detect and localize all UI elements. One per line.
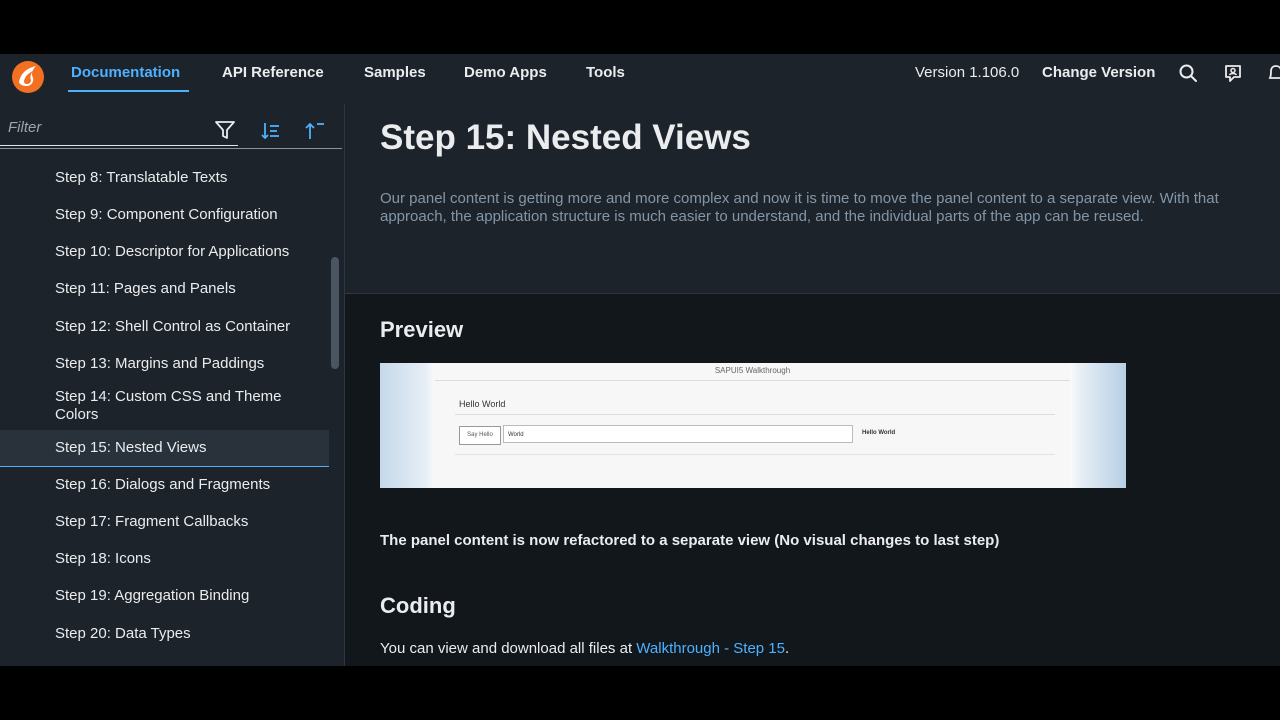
preview-app: SAPUI5 Walkthrough Hello World Say Hello… xyxy=(435,363,1070,488)
sidebar-toolbar xyxy=(0,110,342,149)
tree-item-step-15-selected[interactable]: Step 15: Nested Views xyxy=(0,430,329,467)
page-header: Step 15: Nested Views Our panel content … xyxy=(345,104,1280,294)
tree-item-step-13[interactable]: Step 13: Margins and Paddings xyxy=(0,355,329,383)
tree-item-step-19[interactable]: Step 19: Aggregation Binding xyxy=(0,587,329,615)
app-window: Documentation API Reference Samples Demo… xyxy=(0,54,1280,666)
preview-divider xyxy=(455,414,1055,415)
tree-item-label: Step 19: Aggregation Binding xyxy=(55,587,250,604)
coding-text-end: . xyxy=(785,640,790,657)
filter-icon[interactable] xyxy=(214,119,236,141)
tree-item-label: Step 18: Icons xyxy=(55,550,151,567)
nav-tab-samples[interactable]: Samples xyxy=(364,64,426,81)
nav-tab-demo-apps[interactable]: Demo Apps xyxy=(464,64,547,81)
sort-icon[interactable] xyxy=(260,120,282,142)
top-navigation-bar: Documentation API Reference Samples Demo… xyxy=(0,54,1280,104)
tree-item-step-18[interactable]: Step 18: Icons xyxy=(0,550,329,578)
preview-divider xyxy=(455,454,1055,455)
preview-app-title: SAPUI5 Walkthrough xyxy=(714,366,791,375)
page-title: Step 15: Nested Views xyxy=(380,118,751,157)
version-label: Version 1.106.0 xyxy=(915,64,1020,81)
tree-item-label: Step 15: Nested Views xyxy=(55,439,207,456)
preview-heading: Preview xyxy=(380,317,464,342)
tree-item-step-17[interactable]: Step 17: Fragment Callbacks xyxy=(0,513,329,541)
search-icon[interactable] xyxy=(1178,63,1198,83)
tree-item-label: Step 20: Data Types xyxy=(55,625,191,642)
tree-item-step-10[interactable]: Step 10: Descriptor for Applications xyxy=(0,243,329,271)
main-content: Step 15: Nested Views Our panel content … xyxy=(345,104,1280,666)
filter-input[interactable] xyxy=(0,110,238,146)
preview-output-text: Hello World xyxy=(862,430,896,436)
tree-item-label: Step 14: Custom CSS and Theme Colors xyxy=(55,388,282,423)
tree-item-partial[interactable] xyxy=(0,149,329,153)
tree-item-label: Step 8: Translatable Texts xyxy=(55,169,228,186)
tree-item-step-8[interactable]: Step 8: Translatable Texts xyxy=(0,169,329,197)
tree-item-label: Step 9: Component Configuration xyxy=(55,206,278,223)
openui5-logo-icon[interactable] xyxy=(10,58,46,94)
notification-bell-icon[interactable] xyxy=(1266,63,1280,83)
tree-item-label: Step 11: Pages and Panels xyxy=(55,280,236,297)
tree-item-step-12[interactable]: Step 12: Shell Control as Container xyxy=(0,318,329,346)
tree-item-label: Step 12: Shell Control as Container xyxy=(55,318,291,335)
coding-heading: Coding xyxy=(380,593,456,618)
preview-input: World xyxy=(503,425,853,443)
preview-panel-title: Hello World xyxy=(459,399,506,409)
change-version-button[interactable]: Change Version xyxy=(1042,64,1155,81)
sidebar-scrollbar-thumb[interactable] xyxy=(331,257,339,369)
tree-item-label: Step 16: Dialogs and Fragments xyxy=(55,476,271,493)
navigation-tree: Step 8: Translatable Texts Step 9: Compo… xyxy=(0,149,330,666)
intro-paragraph: Our panel content is getting more and mo… xyxy=(380,190,1219,225)
feedback-icon[interactable] xyxy=(1223,63,1243,83)
tree-item-step-16[interactable]: Step 16: Dialogs and Fragments xyxy=(0,476,329,504)
sidebar-scrollbar-track[interactable] xyxy=(330,149,342,666)
walkthrough-step-15-link[interactable]: Walkthrough - Step 15 xyxy=(636,640,785,657)
preview-screenshot: SAPUI5 Walkthrough Hello World Say Hello… xyxy=(380,363,1126,488)
nav-tab-api-reference[interactable]: API Reference xyxy=(222,64,324,81)
tree-item-step-14[interactable]: Step 14: Custom CSS and Theme Colors xyxy=(0,388,329,428)
tree-item-step-9[interactable]: Step 9: Component Configuration xyxy=(0,206,329,234)
preview-caption: The panel content is now refactored to a… xyxy=(380,532,1000,549)
tree-item-label: Step 13: Margins and Paddings xyxy=(55,355,265,372)
nav-tab-documentation[interactable]: Documentation xyxy=(71,64,180,81)
preview-say-hello-button: Say Hello xyxy=(459,426,501,445)
collapse-all-icon[interactable] xyxy=(304,120,326,142)
nav-tab-tools[interactable]: Tools xyxy=(586,64,625,81)
tree-item-step-20[interactable]: Step 20: Data Types xyxy=(0,625,329,653)
sidebar: Step 8: Translatable Texts Step 9: Compo… xyxy=(0,104,345,666)
tree-item-step-11[interactable]: Step 11: Pages and Panels xyxy=(0,280,329,308)
active-tab-indicator xyxy=(68,90,189,92)
tree-item-label: Step 10: Descriptor for Applications xyxy=(55,243,290,260)
coding-paragraph: You can view and download all files at W… xyxy=(380,640,789,657)
tree-item-label: Step 17: Fragment Callbacks xyxy=(55,513,249,530)
preview-divider xyxy=(435,380,1070,381)
coding-text: You can view and download all files at xyxy=(380,640,637,657)
